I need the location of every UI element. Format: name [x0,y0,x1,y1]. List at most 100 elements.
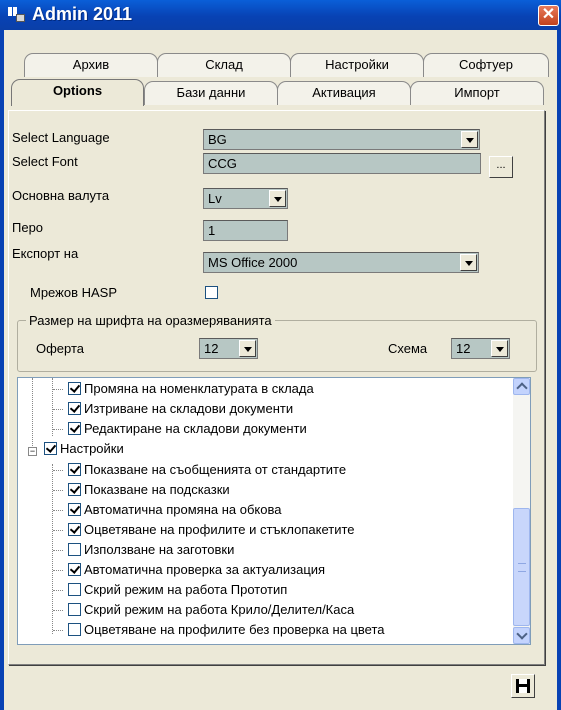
tree-item[interactable]: Показване на съобщенията от стандартите [68,461,346,481]
chevron-down-icon[interactable] [460,254,477,271]
tree-item-label: Настройки [60,441,124,456]
tree-connector [53,630,63,631]
window-title: Admin 2011 [32,4,133,24]
tree-item[interactable]: Показване на подсказки [68,481,230,501]
tree-checkbox[interactable] [68,422,81,435]
tree-item-label: Скрий режим на работа Прототип [84,582,288,597]
tree-checkbox[interactable] [68,603,81,616]
currency-value: Lv [208,191,222,206]
tree-connector [53,570,63,571]
tree-item-label: Показване на подсказки [84,482,230,497]
currency-select[interactable]: Lv [203,188,288,209]
tree-item[interactable]: Редактиране на складови документи [68,420,307,440]
tree-checkbox[interactable] [44,442,57,455]
tree-guide-line [52,378,53,436]
scroll-down-icon[interactable] [513,627,530,644]
scroll-up-icon[interactable] [513,378,530,395]
tree-checkbox[interactable] [68,483,81,496]
collapse-icon[interactable]: − [28,447,37,456]
tree-checkbox[interactable] [68,583,81,596]
tree-checkbox[interactable] [68,523,81,536]
pero-field[interactable]: 1 [203,220,288,241]
offer-font-size-value: 12 [204,341,219,356]
browse-font-button[interactable]: ... [489,156,513,178]
tree-item-label: Редактиране на складови документи [84,421,307,436]
language-select[interactable]: BG [203,129,480,150]
tree-checkbox[interactable] [68,563,81,576]
tree-item[interactable]: Автоматична проверка за актуализация [68,561,325,581]
font-field[interactable]: CCG [203,153,481,174]
tree-connector [53,530,63,531]
tree-item-label: Промяна на номенклатурата в склада [84,381,314,396]
tree-connector [53,409,63,410]
tree-checkbox[interactable] [68,503,81,516]
scheme-label: Схема [388,341,428,356]
tree-scrollbar[interactable] [513,378,530,644]
tab-options[interactable]: Options [11,79,144,106]
tab-import[interactable]: Импорт [410,81,544,105]
title-bar: Admin 2011 ✕ [0,0,561,30]
export-select[interactable]: MS Office 2000 [203,252,479,273]
hasp-checkbox[interactable] [205,286,218,299]
export-label: Експорт на [12,246,79,261]
tree-connector [53,470,63,471]
tree-checkbox[interactable] [68,382,81,395]
font-label: Select Font [12,154,78,169]
tree-connector [53,429,63,430]
tree-item-label: Използване на заготовки [84,542,235,557]
tree-connector [53,590,63,591]
chevron-down-icon[interactable] [461,131,478,148]
tree-item-label: Показване на съобщенията от стандартите [84,462,347,477]
tree-checkbox[interactable] [68,402,81,415]
tab-settings[interactable]: Настройки [290,53,424,77]
font-size-group-title: Размер на шрифта на оразмеряванията [26,313,275,328]
scheme-font-size-select[interactable]: 12 [451,338,510,359]
tree-item[interactable]: Скрий режим на работа Прототип [68,581,287,601]
tree-item[interactable]: Скрий режим на работа Крило/Делител/Каса [68,601,354,621]
font-value: CCG [208,156,237,171]
tree-item-label: Скрий режим на работа Крило/Делител/Каса [84,602,355,617]
app-icon [8,7,25,23]
tab-databases[interactable]: Бази данни [144,81,278,105]
tree-item-label: Автоматична проверка за актуализация [84,562,326,577]
language-value: BG [208,132,227,147]
export-value: MS Office 2000 [208,255,298,270]
currency-label: Основна валута [12,188,110,203]
tree-guide-line [32,378,33,456]
save-button[interactable] [511,674,535,698]
save-icon [516,679,530,693]
tab-warehouse[interactable]: Склад [157,53,291,77]
window-frame-left [0,30,4,710]
tree-connector [53,510,63,511]
tree-checkbox[interactable] [68,543,81,556]
tab-software[interactable]: Софтуер [423,53,549,77]
offer-font-size-select[interactable]: 12 [199,338,258,359]
tree-item-label: Изтриване на складови документи [84,401,294,416]
pero-label: Перо [12,220,44,235]
language-label: Select Language [12,130,110,145]
tree-item[interactable]: Промяна на номенклатурата в склада [68,380,314,400]
tree-item-label: Оцветяване на профилите и стъклопакетите [84,522,355,537]
hasp-label: Мрежов HASP [30,285,117,300]
chevron-down-icon[interactable] [491,340,508,357]
tab-activation[interactable]: Активация [277,81,411,105]
chevron-down-icon[interactable] [269,190,286,207]
tree-checkbox[interactable] [68,623,81,636]
tree-item[interactable]: Оцветяване на профилите и стъклопакетите [68,521,355,541]
tree-connector [53,550,63,551]
tree-item[interactable]: Използване на заготовки [68,541,234,561]
tree-connector [53,610,63,611]
tree-item[interactable]: Изтриване на складови документи [68,400,293,420]
tree-item[interactable]: Автоматична промяна на обкова [68,501,281,521]
tree-checkbox[interactable] [68,463,81,476]
tree-item-parent[interactable]: Настройки [44,440,124,460]
scroll-thumb[interactable] [513,508,530,626]
close-button[interactable]: ✕ [538,5,559,26]
pero-value: 1 [208,223,216,238]
scheme-font-size-value: 12 [456,341,471,356]
chevron-down-icon[interactable] [239,340,256,357]
tree-item[interactable]: Оцветяване на профилите без проверка на … [68,621,385,641]
tree-item-label: Оцветяване на профилите без проверка на … [84,622,385,637]
permissions-tree[interactable]: Промяна на номенклатурата в склада Изтри… [17,377,531,645]
tab-archive[interactable]: Архив [24,53,158,77]
